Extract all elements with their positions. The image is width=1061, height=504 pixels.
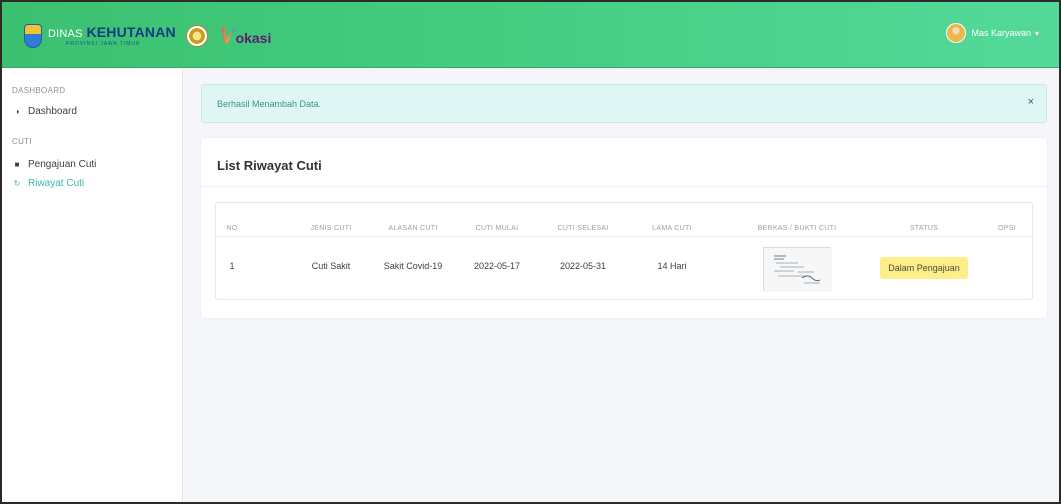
seal-logo-icon: [185, 25, 208, 47]
alert-message: Berhasil Menambah Data.: [217, 99, 322, 109]
close-icon[interactable]: ×: [1028, 97, 1034, 108]
column-header-status: STATUS: [909, 225, 939, 232]
sidebar-item-riwayat-cuti[interactable]: ↻ Riwayat Cuti: [12, 178, 85, 189]
vokasi-logo-text: okasi: [235, 30, 272, 46]
cell-cuti-mulai: 2022-05-17: [473, 261, 521, 271]
document-thumbnail-icon: [764, 248, 832, 292]
column-header-no: NO: [226, 225, 238, 232]
column-header-cuti-mulai: CUTI MULAI: [475, 225, 519, 232]
card-divider: [201, 186, 1047, 187]
cell-lama-cuti: 14 Hari: [657, 261, 687, 271]
cell-no: 1: [229, 261, 235, 271]
column-header-alasan-cuti: ALASAN CUTI: [388, 225, 438, 232]
cell-cuti-selesai: 2022-05-31: [559, 261, 607, 271]
riwayat-cuti-card: List Riwayat Cuti NO JENIS CUTI ALASAN C…: [201, 138, 1047, 318]
sidebar-item-label: Dashboard: [28, 106, 77, 117]
riwayat-cuti-table: NO JENIS CUTI ALASAN CUTI CUTI MULAI CUT…: [215, 202, 1033, 300]
chevron-down-icon: ▾: [1034, 28, 1039, 38]
page-title: List Riwayat Cuti: [217, 158, 322, 173]
palette-icon: ◑: [14, 107, 20, 116]
top-navbar: DINAS KEHUTANAN PROVINSI JAWA TIMUR V ok…: [2, 2, 1059, 68]
success-alert: Berhasil Menambah Data. ×: [201, 84, 1047, 123]
province-emblem-icon: [24, 24, 42, 48]
column-header-berkas: BERKAS / BUKTI CUTI: [757, 225, 837, 232]
column-header-jenis-cuti: JENIS CUTI: [310, 225, 352, 232]
berkas-thumbnail[interactable]: [763, 247, 832, 292]
sidebar-heading-cuti: CUTI: [12, 137, 32, 146]
sidebar-item-pengajuan-cuti[interactable]: ■ Pengajuan Cuti: [12, 159, 97, 170]
avatar: [946, 23, 967, 43]
column-header-cuti-selesai: CUTI SELESAI: [557, 225, 609, 232]
sidebar-item-dashboard[interactable]: ◑ Dashboard: [12, 106, 77, 117]
brand-subtitle: PROVINSI JAWA TIMUR: [66, 41, 141, 47]
column-header-opsi: OPSI: [998, 225, 1016, 232]
brand-word-kehutanan: KEHUTANAN: [86, 24, 176, 40]
brand-logo[interactable]: DINAS KEHUTANAN PROVINSI JAWA TIMUR V ok…: [24, 21, 271, 51]
column-header-lama-cuti: LAMA CUTI: [652, 225, 692, 232]
history-icon: ↻: [13, 179, 21, 188]
vokasi-logo-v: V: [219, 23, 235, 48]
sidebar: DASHBOARD ◑ Dashboard CUTI ■ Pengajuan C…: [2, 68, 183, 502]
user-menu[interactable]: Mas Karyawan ▾: [946, 23, 1039, 43]
app-frame: DINAS KEHUTANAN PROVINSI JAWA TIMUR V ok…: [0, 0, 1061, 504]
user-name: Mas Karyawan: [971, 28, 1031, 38]
status-badge: Dalam Pengajuan: [880, 257, 968, 279]
brand-text: DINAS KEHUTANAN PROVINSI JAWA TIMUR: [48, 25, 176, 47]
brand-word-dinas: DINAS: [48, 28, 83, 40]
sidebar-heading-dashboard: DASHBOARD: [12, 86, 66, 95]
brand-title: DINAS KEHUTANAN: [48, 25, 176, 40]
document-icon: ■: [14, 160, 20, 169]
cell-jenis-cuti: Cuti Sakit: [311, 261, 351, 271]
vokasi-logo: V okasi: [220, 25, 272, 47]
sidebar-item-label: Pengajuan Cuti: [28, 159, 97, 170]
cell-alasan-cuti: Sakit Covid-19: [383, 261, 443, 271]
sidebar-item-label: Riwayat Cuti: [28, 178, 85, 189]
header-divider: [216, 236, 1032, 237]
